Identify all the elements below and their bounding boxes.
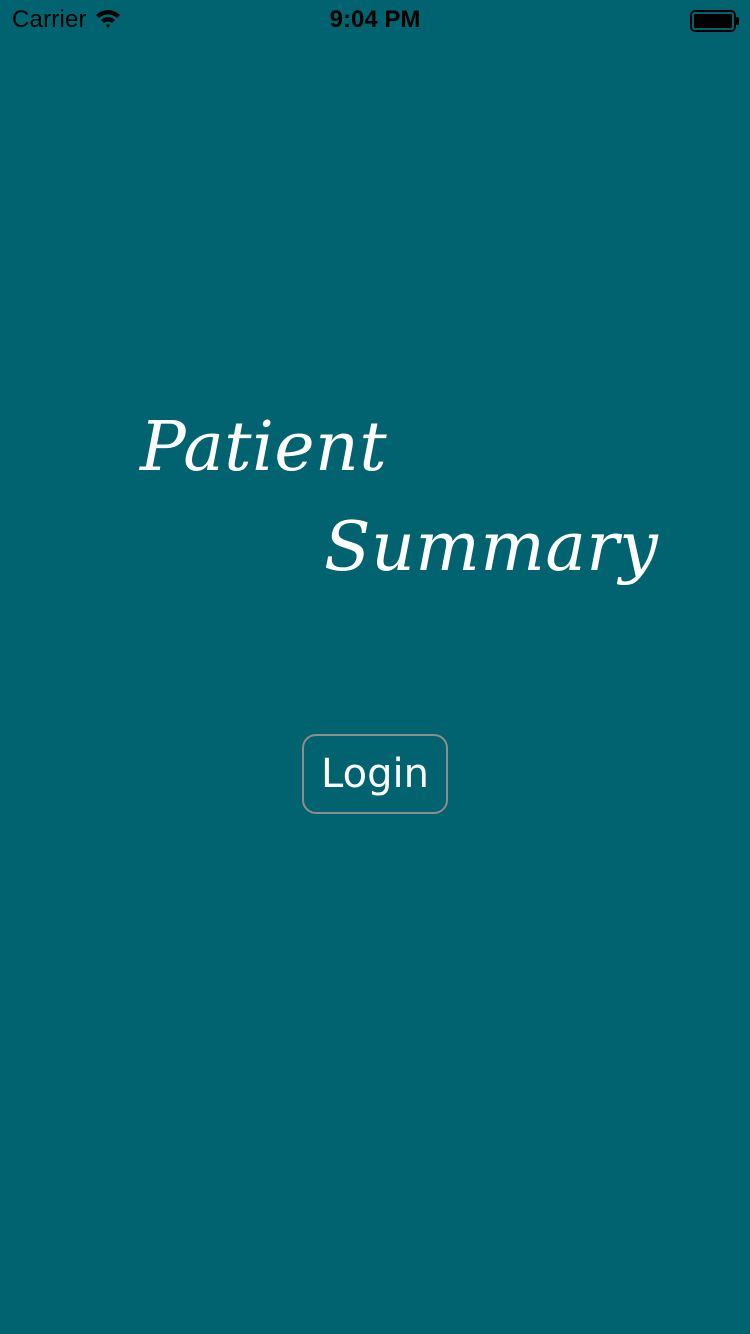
login-button[interactable]: Login	[302, 734, 448, 814]
status-bar: Carrier 9:04 PM	[0, 0, 750, 40]
status-time: 9:04 PM	[329, 6, 421, 33]
app-title-line-1: Patient	[140, 408, 388, 487]
battery-icon	[690, 10, 739, 32]
app-title-line-2: Summary	[324, 508, 659, 587]
